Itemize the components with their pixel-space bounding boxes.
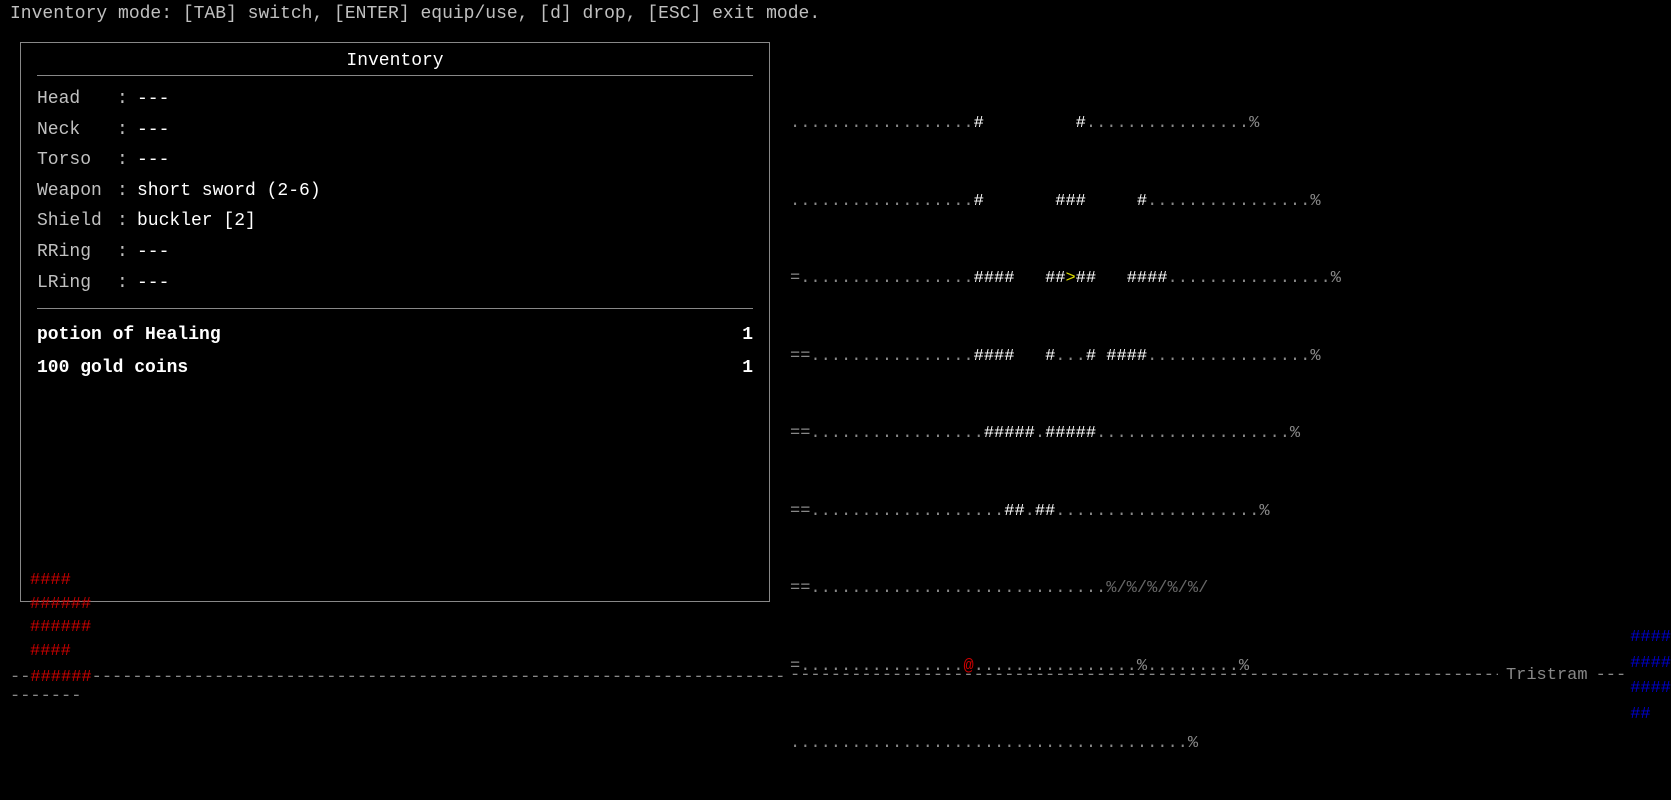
map-line-3: =.................#### ##>## ####.......… [790, 266, 1671, 292]
item-row-1[interactable]: 100 gold coins 1 [37, 352, 753, 384]
slot-rring-value: --- [137, 237, 169, 268]
slot-lring-label: LRing [37, 268, 117, 299]
slot-weapon-value: short sword (2-6) [137, 176, 321, 207]
inventory-divider [37, 308, 753, 309]
map-line-2: ..................# ### #...............… [790, 189, 1671, 215]
tristram-label: Tristram [1506, 663, 1588, 689]
slot-torso-colon: : [117, 145, 137, 176]
equipment-shield-row: Shield : buckler [2] [37, 206, 753, 237]
slot-head-colon: : [117, 84, 137, 115]
slot-weapon-label: Weapon [37, 176, 117, 207]
inventory-panel: Inventory Head : --- Neck : --- Torso : … [0, 28, 790, 796]
equipment-neck-row: Neck : --- [37, 115, 753, 146]
item-name-1: 100 gold coins [37, 352, 188, 384]
map-line-7: ==.............................%/%/%/%/%… [790, 576, 1671, 602]
map-line-9: .......................................% [790, 731, 1671, 757]
equipment-head-row: Head : --- [37, 84, 753, 115]
slot-weapon-colon: : [117, 176, 137, 207]
slot-rring-colon: : [117, 237, 137, 268]
bottom-dash-row-inventory: --######--------------------------------… [0, 668, 790, 706]
slot-torso-label: Torso [37, 145, 117, 176]
slot-neck-value: --- [137, 115, 169, 146]
map-line-1: ..................# #................% [790, 111, 1671, 137]
slot-neck-label: Neck [37, 115, 117, 146]
top-bar: Inventory mode: [TAB] switch, [ENTER] eq… [0, 0, 1671, 28]
map-line-5: ==.................#####.#####..........… [790, 421, 1671, 447]
inventory-box: Inventory Head : --- Neck : --- Torso : … [20, 42, 770, 602]
slot-head-label: Head [37, 84, 117, 115]
red-blocks: #### ###### ###### #### [20, 569, 91, 664]
slot-neck-colon: : [117, 115, 137, 146]
item-qty-1: 1 [742, 352, 753, 384]
map-bottom-bar: ----------------------------------------… [790, 625, 1671, 728]
slot-shield-colon: : [117, 206, 137, 237]
equipment-torso-row: Torso : --- [37, 145, 753, 176]
mode-instructions: Inventory mode: [TAB] switch, [ENTER] eq… [10, 4, 820, 24]
item-row-0[interactable]: potion of Healing 1 [37, 319, 753, 351]
item-name-0: potion of Healing [37, 319, 221, 351]
slot-lring-value: --- [137, 268, 169, 299]
slot-shield-value: buckler [2] [137, 206, 256, 237]
map-area: ..................# #................% .… [790, 28, 1671, 796]
slot-rring-label: RRing [37, 237, 117, 268]
slot-head-value: --- [137, 84, 169, 115]
equipment-lring-row: LRing : --- [37, 268, 753, 299]
slot-torso-value: --- [137, 145, 169, 176]
map-line-6: ==...................##.##..............… [790, 499, 1671, 525]
map-line-4: ==................#### #...# ####.......… [790, 344, 1671, 370]
inventory-title: Inventory [37, 51, 753, 76]
item-qty-0: 1 [742, 319, 753, 351]
equipment-rring-row: RRing : --- [37, 237, 753, 268]
slot-shield-label: Shield [37, 206, 117, 237]
slot-lring-colon: : [117, 268, 137, 299]
equipment-weapon-row: Weapon : short sword (2-6) [37, 176, 753, 207]
